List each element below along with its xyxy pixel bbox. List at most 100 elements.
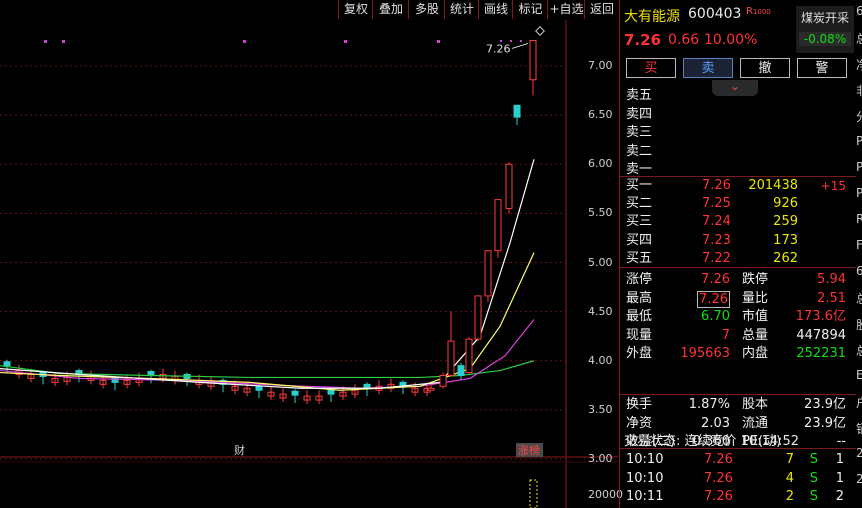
flat-candle	[3, 361, 11, 367]
event-marker-zhangbang[interactable]: 涨榜	[518, 443, 540, 457]
candle-body	[529, 39, 537, 81]
event-marker	[243, 40, 246, 43]
stat-label: 涨停	[626, 272, 653, 287]
candle-body	[457, 365, 465, 376]
event-marker	[62, 40, 65, 43]
sell-level[interactable]: 卖四	[620, 106, 856, 124]
edge-glyph: 户	[856, 394, 862, 411]
edge-glyph: 6	[856, 4, 862, 18]
toolbar-button-2[interactable]: 多股	[408, 0, 445, 19]
price-change-pct: 10.00%	[704, 32, 758, 48]
price-tick-label: 5.50	[588, 206, 613, 220]
sector-box[interactable]: 煤炭开采 -0.08%	[796, 6, 854, 53]
stat-row: 涨停 7.26 跌停 5.94	[620, 271, 856, 289]
stat-value: 252231	[796, 346, 846, 361]
stat-row: 最低 6.70 市值 173.6亿	[620, 308, 856, 326]
edge-glyph: 总	[856, 290, 862, 307]
volume-axis-label: 20000	[588, 488, 623, 501]
candle-body	[505, 163, 513, 209]
event-marker-cai[interactable]: 财	[234, 443, 245, 457]
edge-glyph: 净	[856, 56, 862, 73]
tick-time: 10:10	[626, 470, 664, 486]
trade-status: 交易状态: 连续竞价 10:14:52	[624, 434, 800, 449]
buy-level-price: 7.23	[702, 232, 731, 248]
buy-level[interactable]: 买二 7.25 926	[620, 195, 856, 213]
candle-body	[465, 338, 473, 374]
buy-level[interactable]: 买四 7.23 173	[620, 232, 856, 250]
buy-level-price: 7.22	[702, 250, 731, 266]
buy-level[interactable]: 买五 7.22 262	[620, 250, 856, 268]
kline-chart[interactable]: 7.26 财 涨榜	[0, 20, 618, 508]
quote-panel: 大有能源 600403 R1000 煤炭开采 -0.08% 7.26 0.66 …	[619, 0, 856, 508]
tick-count: 1	[835, 452, 844, 467]
cancel-order-button[interactable]: 撤	[740, 58, 790, 78]
stat-row: 最高 7.26 量比 2.51	[620, 290, 856, 308]
rzrq-badge: R1000	[746, 6, 771, 17]
top-dot	[510, 40, 512, 42]
stat-value: 7.26	[701, 272, 730, 287]
event-marker	[344, 40, 347, 43]
tick-volume: 7	[785, 452, 794, 467]
alert-button[interactable]: 警	[797, 58, 847, 78]
volume-bar	[529, 479, 538, 508]
buy-button[interactable]: 买	[626, 58, 676, 78]
stat-value: 195663	[680, 346, 730, 361]
price-tick-label: 7.00	[588, 59, 613, 72]
price-tick-label: 6.50	[588, 108, 613, 122]
buy-level[interactable]: 买一 7.26 201438 +15	[620, 177, 856, 195]
edge-glyph: P	[856, 186, 862, 200]
toolbar-button-4[interactable]: 画线	[478, 0, 513, 19]
price-tick-label: 3.50	[588, 402, 613, 416]
toolbar-button-1[interactable]: 叠加	[372, 0, 409, 19]
sell-level[interactable]: 卖五	[620, 87, 856, 105]
stat-label: 量比	[742, 290, 769, 306]
edge-glyph: 6	[856, 264, 862, 278]
top-dot	[500, 40, 502, 42]
stat-value: 173.6亿	[795, 309, 846, 324]
tick-count: 1	[835, 470, 844, 486]
buy-level-volume: 173	[773, 232, 798, 248]
edge-glyph: F	[856, 238, 862, 252]
edge-glyph: P	[856, 134, 862, 148]
flat-candle	[291, 390, 299, 396]
tick-row: 10:11 7.26 2 S 2	[620, 488, 856, 506]
stat-value: 23.9亿	[804, 397, 846, 412]
price-change: 0.66	[668, 32, 700, 48]
candle-body	[494, 199, 502, 252]
tick-side: S	[809, 470, 818, 486]
price-tick-label: 4.50	[588, 304, 613, 318]
sell-level[interactable]: 卖二	[620, 143, 856, 161]
stat-label: 最低	[626, 309, 653, 324]
buy-level-volume: 259	[773, 214, 798, 230]
sector-name: 煤炭开采	[800, 11, 849, 25]
buy-level-volume: 926	[773, 196, 798, 212]
stat-value: 6.70	[701, 309, 730, 324]
price-tick-label: 3.00	[588, 452, 613, 465]
price-tick-label: 4.00	[588, 353, 613, 367]
buy-level[interactable]: 买三 7.24 259	[620, 213, 856, 231]
buy-level-label: 买四	[626, 232, 653, 248]
edge-panel-cut: 6总净非分PPPRF6总股总E户销22	[855, 0, 862, 508]
stat-row: 换手 1.87% 股本 23.9亿	[620, 396, 856, 414]
stock-code: 600403	[688, 6, 742, 22]
tick-price: 7.26	[704, 452, 733, 467]
sell-button[interactable]: 卖	[683, 58, 733, 78]
toolbar-button-5[interactable]: 标记	[512, 0, 548, 19]
toolbar-button-0[interactable]: 复权	[338, 0, 373, 19]
sell-level-label: 卖二	[626, 143, 653, 159]
stock-name: 大有能源	[624, 9, 680, 25]
edge-glyph: 总	[856, 342, 862, 359]
tick-side: S	[809, 489, 818, 504]
toolbar-button-6[interactable]: +自选	[547, 0, 585, 19]
toolbar-button-7[interactable]: 返回	[584, 0, 619, 19]
tick-side: S	[809, 452, 818, 467]
sell-level[interactable]: 卖三	[620, 124, 856, 142]
candle-body	[474, 295, 482, 340]
sell-level-label: 卖五	[626, 88, 653, 103]
stat-value: 7	[721, 327, 730, 343]
edge-glyph: 销	[856, 420, 862, 437]
price-tick-label: 6.00	[588, 157, 613, 171]
tick-time: 10:10	[626, 452, 664, 467]
toolbar-button-3[interactable]: 统计	[444, 0, 479, 19]
stat-label: 内盘	[742, 346, 769, 361]
